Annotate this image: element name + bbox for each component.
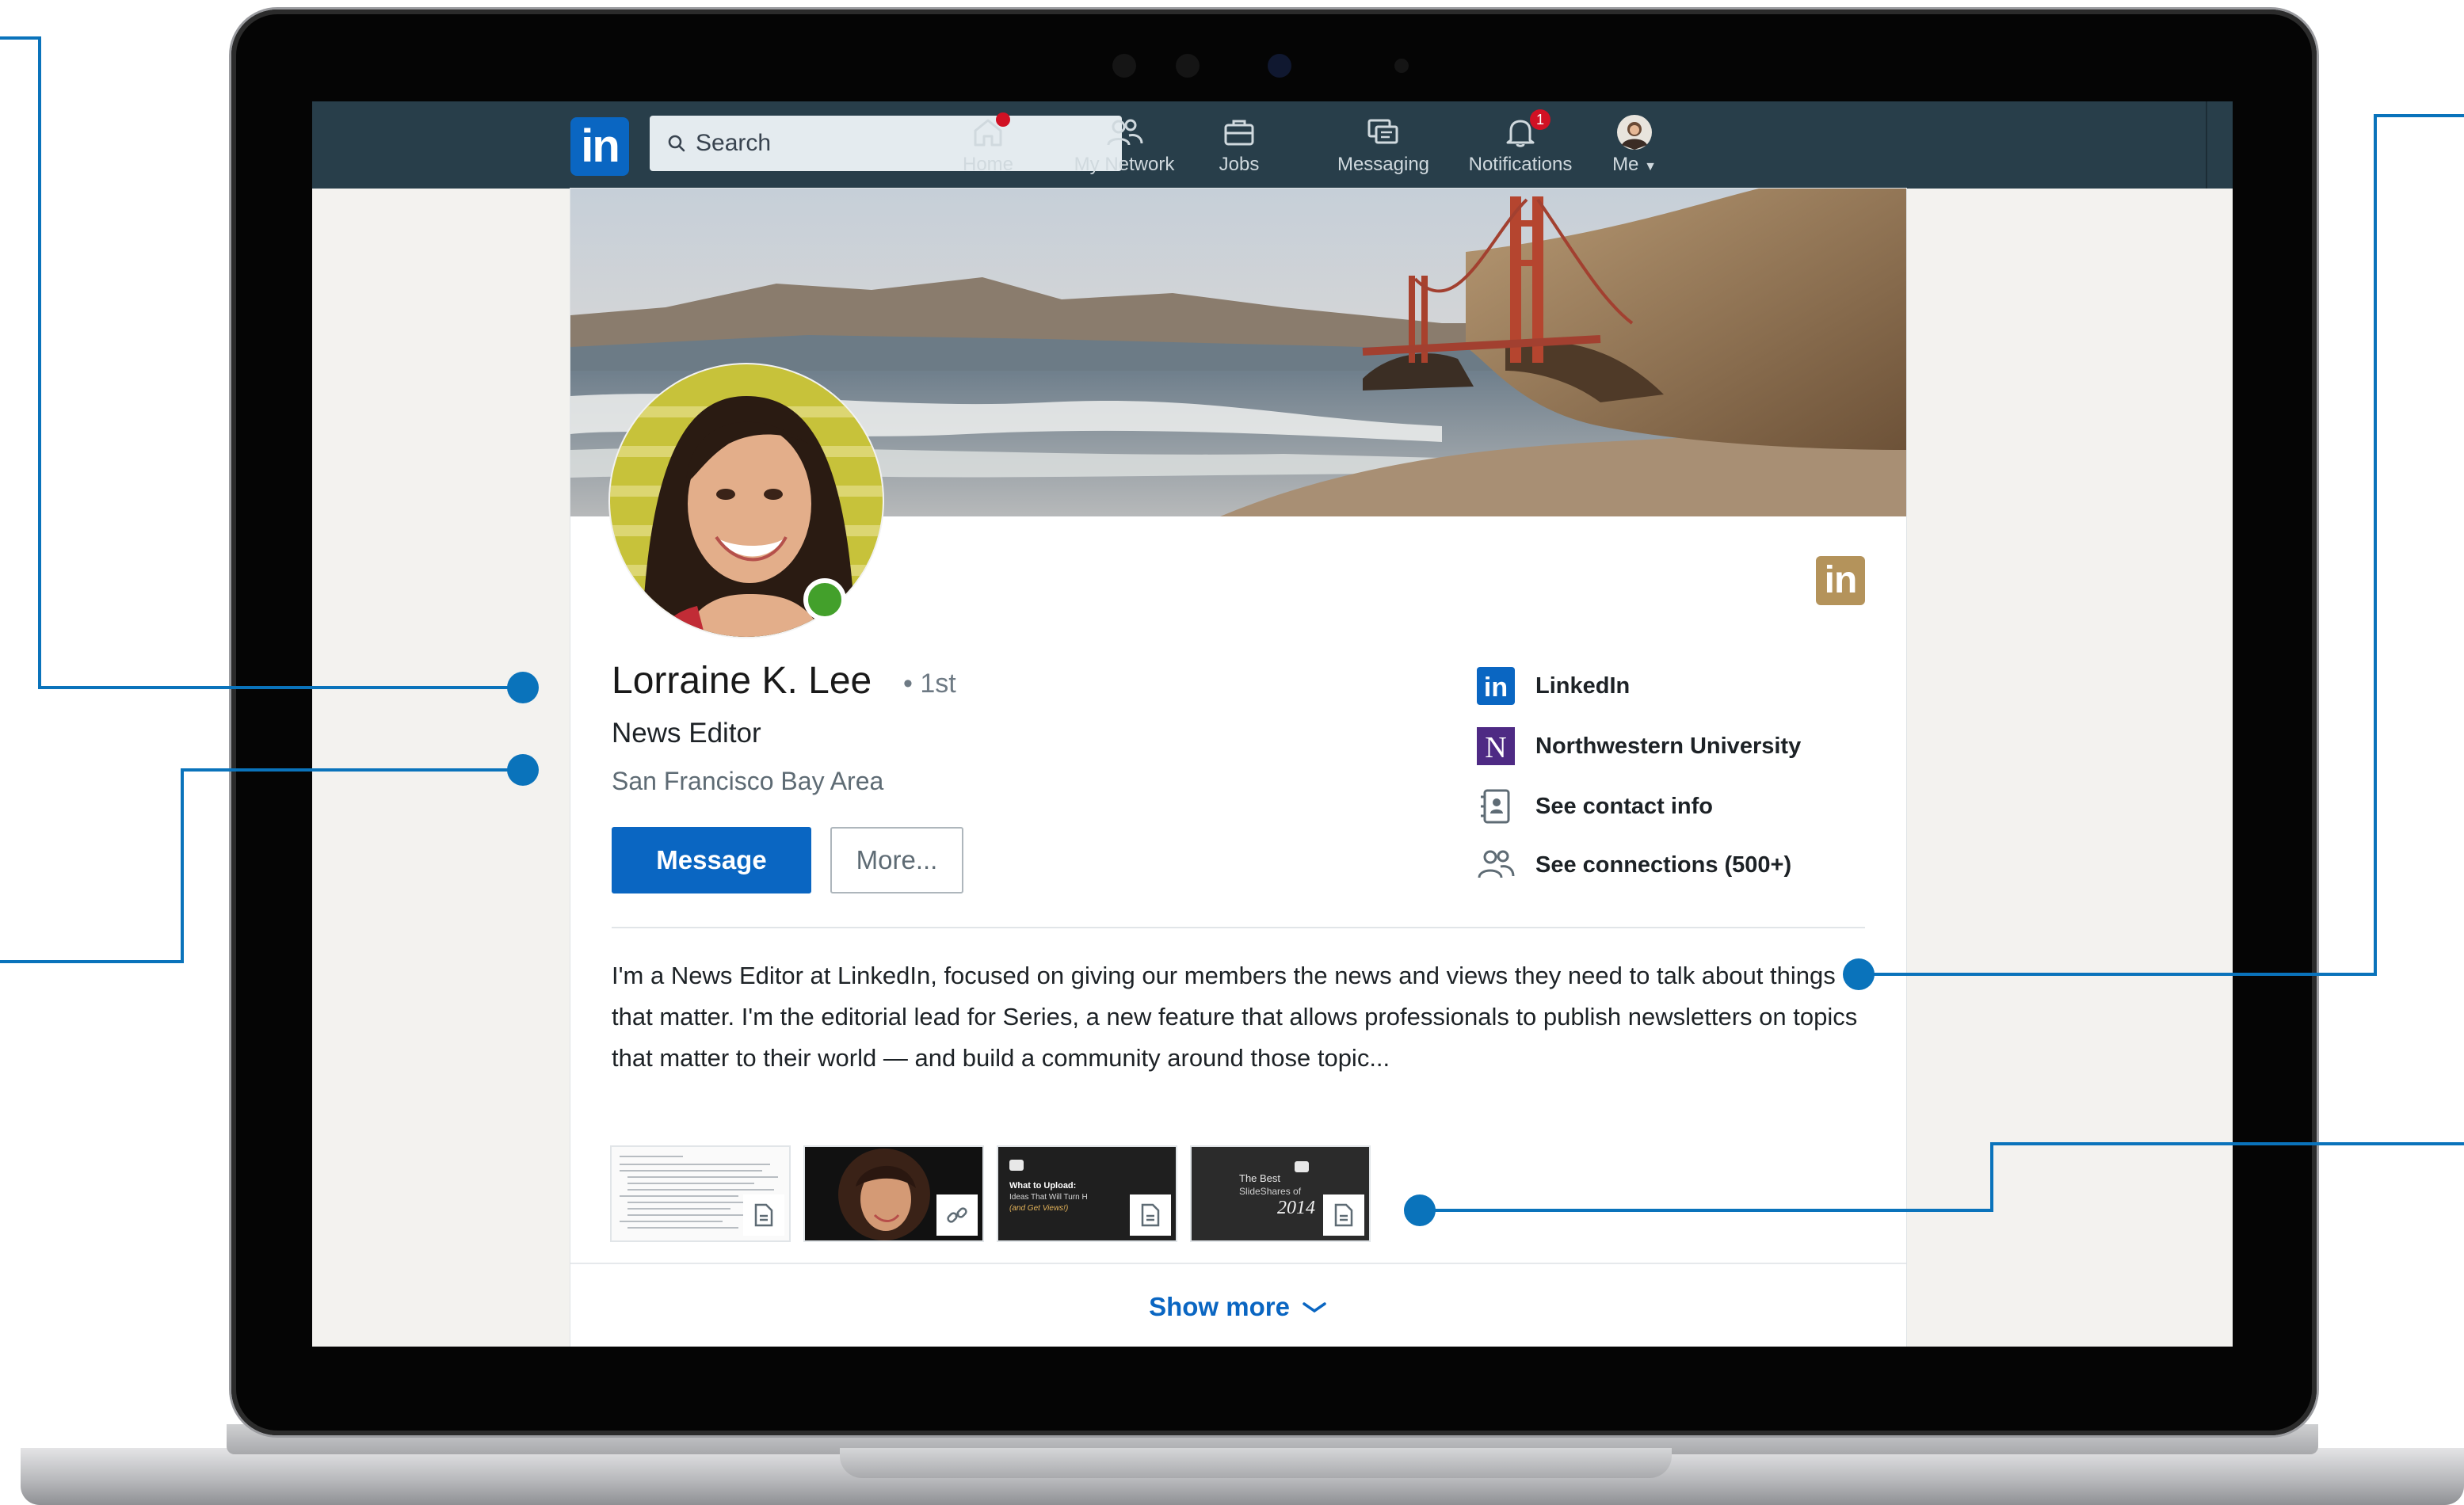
callout-dot-summary bbox=[1843, 958, 1875, 990]
callout-dot-media bbox=[1404, 1194, 1436, 1226]
callout-dot-name bbox=[507, 672, 539, 703]
callout-connectors bbox=[0, 36, 2464, 1212]
callout-dot-headline bbox=[507, 754, 539, 786]
